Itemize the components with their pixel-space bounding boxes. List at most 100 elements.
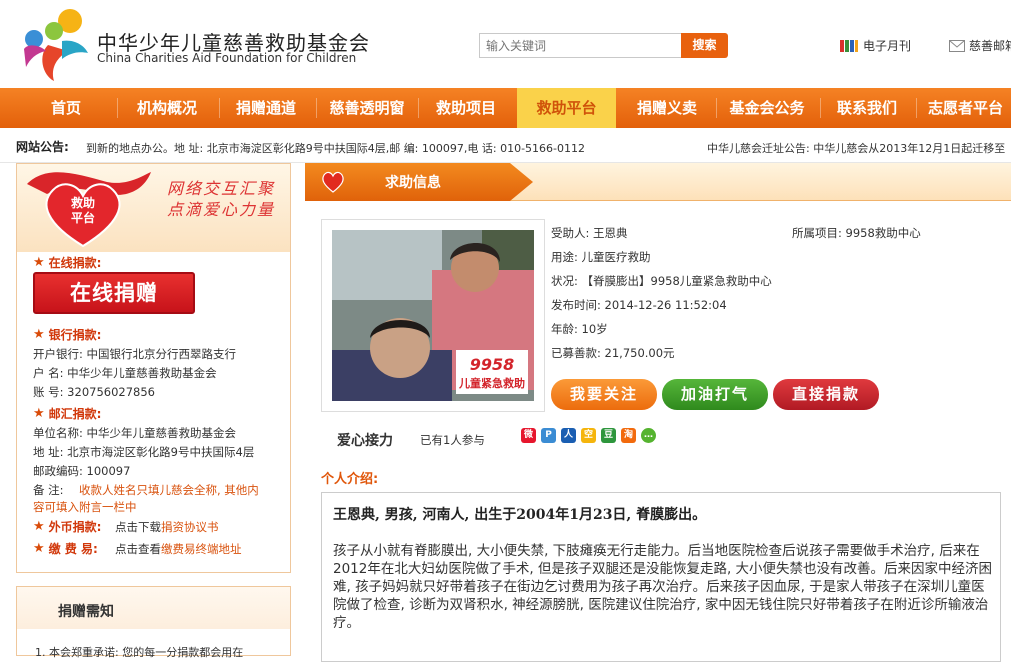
foreign-donation-desc: 点击下载捐资协议书 (115, 520, 219, 534)
nav-platform[interactable]: 救助平台 (517, 88, 616, 128)
search-button[interactable]: 搜索 (681, 33, 728, 58)
intro-lead: 王恩典, 男孩, 河南人, 出生于2004年1月23日, 脊膜膨出。 (333, 507, 707, 523)
terminal-address-link[interactable]: 缴费易终端地址 (161, 542, 242, 556)
fee-desc: 点击查看缴费易终端地址 (115, 542, 242, 556)
nav-home[interactable]: 首页 (28, 88, 104, 128)
notice-text-2[interactable]: 中华儿慈会迁址公告: 中华儿慈会从2013年12月1日起迁移至 (707, 140, 1005, 156)
magazine-icon (840, 39, 858, 52)
slogan-line-2: 点滴爱心力量 (167, 200, 276, 219)
help-info-tab[interactable]: 求助信息 (305, 163, 533, 201)
post-donation-title: ★ 邮汇捐款: (33, 406, 102, 421)
site-notice-bar: 网站公告: 到新的地点办公。地 址: 北京市海淀区彰化路9号中扶国际4层,邮 编… (0, 128, 1011, 163)
purpose: 用途: 儿童医疗救助 (551, 250, 651, 264)
post-remark-line-2: 容可填入附言一栏中 (33, 500, 137, 514)
main-nav: 首页 机构概况 捐赠通道 慈善透明窗 救助项目 救助平台 捐赠义卖 基金会公务 … (0, 88, 1011, 128)
weibo-icon[interactable]: 微 (521, 428, 536, 443)
follow-button[interactable]: 我要关注 (551, 379, 657, 410)
mailbox-label: 慈善邮箱 (969, 39, 1011, 53)
nav-volunteer[interactable]: 志愿者平台 (920, 88, 1011, 128)
nav-donation-channels[interactable]: 捐赠通道 (222, 88, 310, 128)
direct-donate-button[interactable]: 直接捐款 (773, 379, 879, 410)
photo-overlay-text: 儿童紧急救助 (458, 376, 525, 390)
star-icon: ★ (33, 406, 45, 421)
cheer-button[interactable]: 加油打气 (662, 379, 768, 410)
mail-icon (949, 39, 965, 52)
star-icon: ★ (33, 541, 45, 556)
bank-donation-title: ★ 银行捐款: (33, 327, 102, 342)
help-info-header: 求助信息 (305, 163, 1011, 201)
slogan-line-1: 网络交互汇聚 (167, 179, 276, 198)
heart-icon (322, 171, 344, 193)
relay-participant-count: 已有1人参与 (420, 433, 485, 447)
nav-divider (418, 98, 419, 118)
platform-slogan: 网络交互汇聚 点滴爱心力量 (167, 178, 275, 220)
badge-line-2: 平台 (70, 211, 95, 225)
photo-overlay-number: 9958 (470, 355, 515, 374)
intro-box: 王恩典, 男孩, 河南人, 出生于2004年1月23日, 脊膜膨出。 孩子从小就… (321, 492, 1001, 662)
star-icon: ★ (33, 327, 45, 342)
platform-badge: 救助 平台 (65, 196, 101, 226)
nav-contact[interactable]: 联系我们 (824, 88, 910, 128)
project-link[interactable]: 9958救助中心 (846, 226, 921, 240)
beneficiary-photo[interactable]: 9958 儿童紧急救助 (332, 230, 534, 401)
intro-body: 孩子从小就有脊膨膜出, 大小便失禁, 下肢瘫痪无行走能力。后当地医院检查后说孩子… (333, 543, 993, 631)
post-org-name: 单位名称: 中华少年儿童慈善救助基金会 (33, 426, 237, 440)
online-donation-title: ★ 在线捐款: (33, 255, 102, 270)
post-zipcode: 邮政编码: 100097 (33, 464, 131, 478)
foundation-logo[interactable] (18, 5, 90, 83)
post-address: 地 址: 北京市海淀区彰化路9号中扶国际4层 (33, 445, 255, 459)
star-icon: ★ (33, 255, 45, 270)
donation-notice-text: 1. 本会郑重承诺: 您的每一分捐款都会用在 (35, 646, 244, 659)
post-remark-label: 备 注: (33, 483, 64, 497)
nav-divider (316, 98, 317, 118)
star-icon: ★ (33, 519, 45, 534)
notice-text[interactable]: 到新的地点办公。地 址: 北京市海淀区彰化路9号中扶国际4层,邮 编: 1000… (86, 140, 585, 156)
condition: 状况: 【脊膜膨出】9958儿童紧急救助中心 (551, 274, 772, 288)
donation-notice-panel: 捐赠需知 1. 本会郑重承诺: 您的每一分捐款都会用在 (16, 586, 291, 659)
wechat-icon[interactable]: … (641, 428, 656, 443)
nav-divider (219, 98, 220, 118)
taobao-icon[interactable]: 淘 (621, 428, 636, 443)
nav-charity-sale[interactable]: 捐赠义卖 (624, 88, 710, 128)
donation-notice-title: 捐赠需知 (58, 604, 114, 620)
emagazine-link[interactable]: 电子月刊 (839, 37, 911, 54)
nav-divider (820, 98, 821, 118)
douban-icon[interactable]: 豆 (601, 428, 616, 443)
love-relay-title: 爱心接力 (337, 433, 393, 449)
post-remark-line-1: 收款人姓名只填儿慈会全称, 其他内 (79, 483, 259, 497)
platform-banner: 救助 平台 网络交互汇聚 点滴爱心力量 (17, 164, 290, 252)
foreign-donation-title: ★ 外币捐款: (33, 519, 102, 534)
renren-icon[interactable]: 人 (561, 428, 576, 443)
beneficiary-photo-frame: 9958 儿童紧急救助 (321, 219, 545, 412)
emagazine-label: 电子月刊 (863, 39, 912, 53)
qzone-icon[interactable]: 空 (581, 428, 596, 443)
bank-account-holder: 户 名: 中华少年儿童慈善救助基金会 (33, 366, 217, 380)
raised-amount: 已募善款: 21,750.00元 (551, 346, 675, 360)
pinterest-icon[interactable]: P (541, 428, 556, 443)
fee-title: ★ 缴 费 易: (33, 541, 98, 556)
notice-label: 网站公告: (16, 140, 69, 154)
nav-public-affairs[interactable]: 基金会公务 (720, 88, 814, 128)
nav-divider (117, 98, 118, 118)
donation-sidebar: 救助 平台 网络交互汇聚 点滴爱心力量 ★ 在线捐款: 在线捐赠 ★ 银行捐款: 开… (16, 163, 291, 573)
agreement-link[interactable]: 捐资协议书 (161, 520, 219, 534)
nav-transparency[interactable]: 慈善透明窗 (320, 88, 414, 128)
nav-divider (916, 98, 917, 118)
nav-divider (716, 98, 717, 118)
help-info-title: 求助信息 (385, 175, 441, 191)
online-donate-button[interactable]: 在线捐赠 (33, 272, 195, 314)
project-name: 所属项目: 9958救助中心 (792, 226, 921, 240)
search-input[interactable] (479, 33, 681, 58)
nav-about[interactable]: 机构概况 (121, 88, 213, 128)
bank-name: 开户银行: 中国银行北京分行西翠路支行 (33, 347, 237, 361)
age: 年龄: 10岁 (551, 322, 608, 336)
site-header: 中华少年儿童慈善救助基金会 China Charities Aid Founda… (0, 0, 1011, 88)
intro-label: 个人介绍: (321, 472, 379, 487)
badge-line-1: 救助 (70, 196, 95, 210)
bank-account-number: 账 号: 320756027856 (33, 385, 155, 399)
nav-projects[interactable]: 救助项目 (422, 88, 510, 128)
org-name-en: China Charities Aid Foundation for Child… (97, 51, 357, 65)
donation-notice-header: 捐赠需知 (17, 587, 290, 629)
beneficiary-name: 受助人: 王恩典 (551, 226, 628, 240)
mailbox-link[interactable]: 慈善邮箱 (949, 37, 1011, 54)
